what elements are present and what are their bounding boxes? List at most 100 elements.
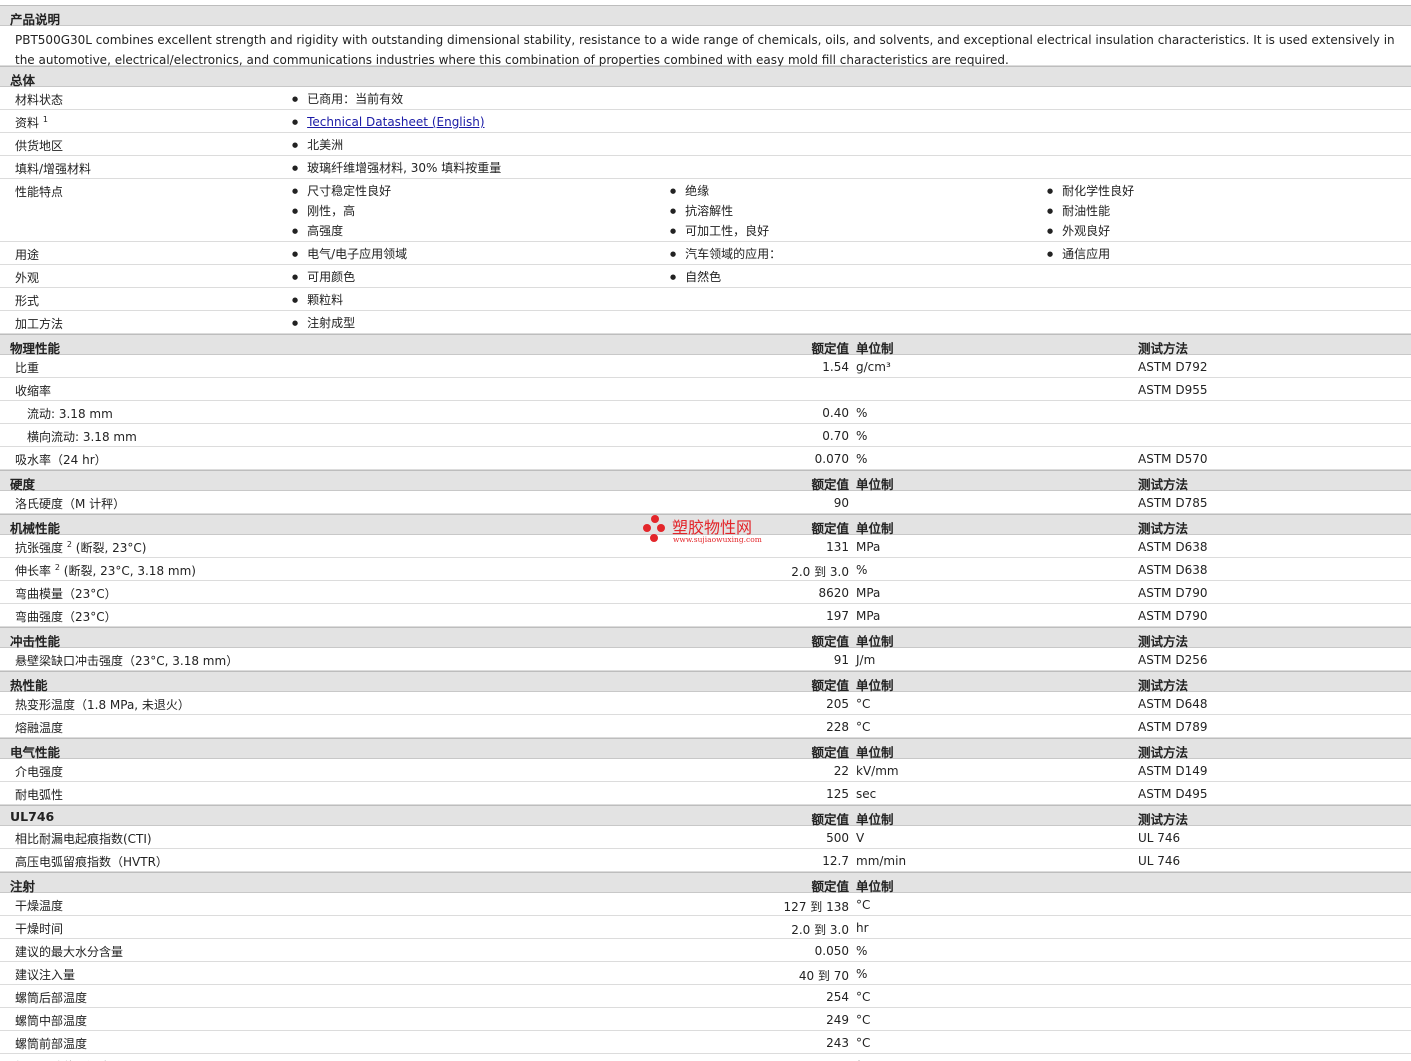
- property-unit: %: [856, 967, 868, 981]
- property-label: 螺筒中部温度: [15, 1014, 88, 1028]
- property-label: 熔融温度: [15, 721, 64, 735]
- property-value: 90: [833, 496, 849, 510]
- test-method: UL 746: [1138, 831, 1181, 845]
- property-label: 热变形温度（1.8 MPa, 未退火）: [15, 698, 190, 712]
- row-source: 资料 1 Technical Datasheet (English): [0, 110, 1411, 133]
- property-label: 收缩率: [15, 384, 52, 398]
- property-value: 0.070: [814, 452, 849, 466]
- property-label: 螺筒前部温度: [15, 1037, 88, 1051]
- property-label: 悬壁梁缺口冲击强度（23°C, 3.18 mm）: [15, 654, 239, 668]
- property-label: 弯曲强度（23°C）: [15, 610, 117, 624]
- row-appearance: 外观 可用颜色 自然色: [0, 265, 1411, 288]
- row-label: 资料 1: [15, 115, 48, 130]
- property-value: 205: [826, 697, 849, 711]
- test-method: ASTM D256: [1138, 653, 1208, 667]
- logo-dots-icon: [643, 515, 667, 545]
- section-header-description: 产品说明: [0, 5, 1411, 27]
- table-row: 洛氏硬度（M 计秤） 90 ASTM D785: [0, 491, 1411, 514]
- property-unit: g/cm³: [856, 360, 891, 374]
- bullet-item: 绝缘: [667, 183, 769, 203]
- property-label: 干燥时间: [15, 922, 64, 936]
- footnote-ref: 1: [42, 115, 48, 124]
- bullet-item: 耐化学性良好: [1044, 183, 1134, 203]
- bullet-item: 外观良好: [1044, 223, 1134, 243]
- product-description: PBT500G30L combines excellent strength a…: [0, 26, 1411, 67]
- property-label: 弯曲模量（23°C）: [15, 587, 117, 601]
- property-label: 介电强度: [15, 765, 64, 779]
- table-row: 流动: 3.18 mm 0.40%: [0, 401, 1411, 424]
- footnote-ref: 2: [54, 563, 60, 572]
- property-value: 249: [826, 1013, 849, 1027]
- property-value: 22: [833, 764, 849, 778]
- row-label: 加工方法: [15, 317, 64, 331]
- watermark-url: www.sujiaowuxing.com: [673, 535, 762, 544]
- property-label: 横向流动: 3.18 mm: [27, 430, 137, 444]
- table-row: 加工（熔体）温度238 到 271°C: [0, 1054, 1411, 1061]
- property-value: 0.40: [822, 406, 849, 420]
- row-label: 形式: [15, 294, 40, 308]
- table-row: 螺筒中部温度 249 °C: [0, 1008, 1411, 1031]
- bullet-item: 注射成型: [289, 315, 355, 335]
- row-label: 外观: [15, 271, 40, 285]
- test-method: UL 746: [1138, 854, 1181, 868]
- test-method: ASTM D495: [1138, 787, 1208, 801]
- table-row: 建议注入量 40 到 70%: [0, 962, 1411, 985]
- table-row: 收缩率 ASTM D955: [0, 378, 1411, 401]
- property-unit: J/m: [856, 653, 876, 667]
- row-label: 用途: [15, 248, 40, 262]
- row-label: 填料/增强材料: [15, 162, 92, 176]
- property-value: 127 到 138: [783, 900, 849, 914]
- property-value: 91: [833, 653, 849, 667]
- bullet-item: 尺寸稳定性良好: [289, 183, 391, 203]
- property-value: 500: [826, 831, 849, 845]
- property-unit: MPa: [856, 609, 881, 623]
- bullet-item: 可用颜色: [289, 269, 355, 289]
- table-row: 高压电弧留痕指数（HVTR） 12.7 mm/min UL 746: [0, 849, 1411, 872]
- row-material-status: 材料状态 已商用：当前有效: [0, 87, 1411, 110]
- table-row: 耐电弧性 125 sec ASTM D495: [0, 782, 1411, 805]
- row-label: 材料状态: [15, 93, 64, 107]
- property-unit: MPa: [856, 586, 881, 600]
- property-label: 洛氏硬度（M 计秤）: [15, 497, 126, 511]
- table-row: 伸长率 2 (断裂, 23°C, 3.18 mm) 2.0 到 3.0% ASTM …: [0, 558, 1411, 581]
- section-header-thermal: 热性能 额定值 单位制 测试方法: [0, 671, 1411, 693]
- row-label: 供货地区: [15, 139, 64, 153]
- property-value: 40 到 70: [798, 969, 849, 983]
- property-sections: 物理性能 额定值 单位制 测试方法 比重 1.54 g/cm³ ASTM D792 收缩率 AST…: [0, 334, 1411, 1061]
- property-value: 8620: [818, 586, 849, 600]
- bullet-item: 颗粒料: [289, 292, 343, 312]
- property-label: 比重: [15, 361, 40, 375]
- row-process: 加工方法 注射成型: [0, 311, 1411, 334]
- property-unit: °C: [856, 990, 871, 1004]
- property-label: 干燥温度: [15, 899, 64, 913]
- property-unit: %: [856, 452, 868, 466]
- table-row: 相比耐漏电起痕指数(CTI) 500 V UL 746: [0, 826, 1411, 849]
- property-unit: MPa: [856, 540, 881, 554]
- bullet-item: 高强度: [289, 223, 391, 243]
- section-header-hardness: 硬度 额定值 单位制 测试方法: [0, 470, 1411, 492]
- property-value: 254: [826, 990, 849, 1004]
- property-value: 12.7: [822, 854, 849, 868]
- property-label: 高压电弧留痕指数（HVTR）: [15, 855, 168, 869]
- row-uses: 用途 电气/电子应用领域 汽车领域的应用： 通信应用: [0, 242, 1411, 265]
- bullet-item: 通信应用: [1044, 246, 1110, 266]
- table-row: 悬壁梁缺口冲击强度（23°C, 3.18 mm） 91 J/m ASTM D256: [0, 648, 1411, 671]
- property-unit: %: [856, 429, 868, 443]
- property-label: 螺筒后部温度: [15, 991, 88, 1005]
- section-title: UL746: [10, 809, 55, 824]
- table-row: 建议的最大水分含量 0.050%: [0, 939, 1411, 962]
- bullet-item: 电气/电子应用领域: [289, 246, 407, 266]
- test-method: ASTM D149: [1138, 764, 1208, 778]
- table-row: 介电强度 22 kV/mm ASTM D149: [0, 759, 1411, 782]
- property-unit: °C: [856, 697, 871, 711]
- property-unit: mm/min: [856, 854, 907, 868]
- property-unit: °C: [856, 720, 871, 734]
- technical-datasheet-link[interactable]: Technical Datasheet (English): [307, 115, 484, 129]
- footnote-ref: 2: [66, 540, 72, 549]
- property-label: 耐电弧性: [15, 788, 64, 802]
- property-value: 131: [826, 540, 849, 554]
- property-unit: %: [856, 944, 868, 958]
- watermark-logo: 塑胶物性网 www.sujiaowuxing.com: [643, 513, 773, 549]
- property-value: 197: [826, 609, 849, 623]
- section-header-ul746: UL746 额定值 单位制 测试方法: [0, 805, 1411, 827]
